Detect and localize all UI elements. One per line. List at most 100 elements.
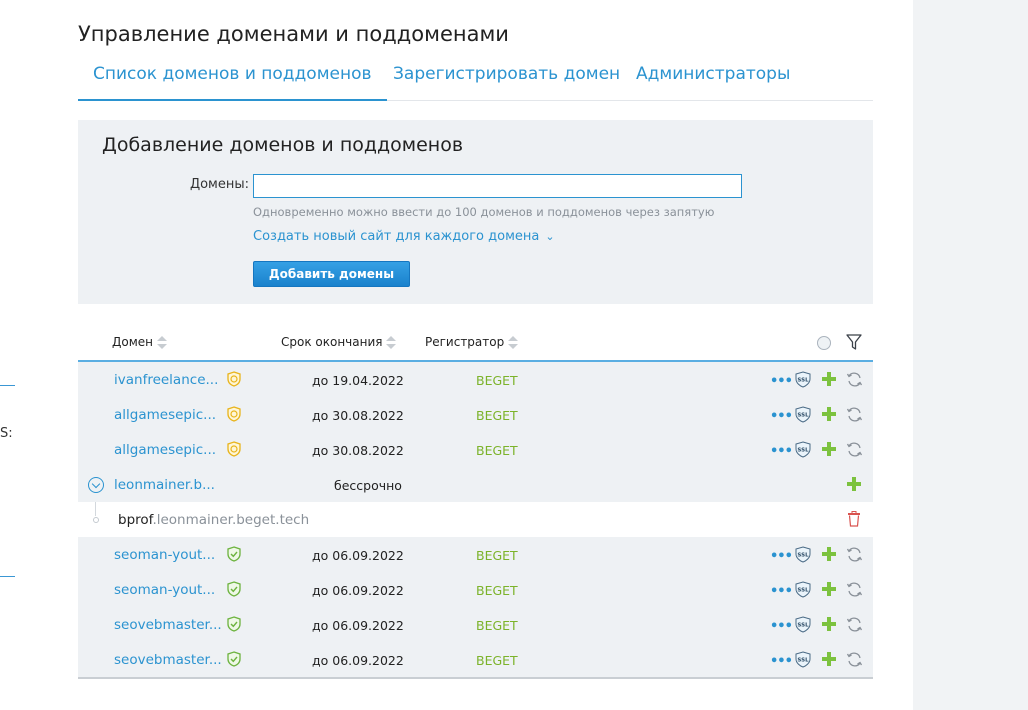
domains-label: Домены: bbox=[189, 177, 249, 192]
table-row: leonmainer.b... бессрочно bbox=[78, 467, 873, 502]
add-plus-icon[interactable] bbox=[846, 476, 862, 492]
registrar: BEGET bbox=[476, 443, 518, 458]
add-plus-icon[interactable] bbox=[821, 406, 837, 422]
col-registrar-label: Регистратор bbox=[425, 335, 505, 349]
ssl-shield-icon[interactable]: SSL bbox=[795, 581, 811, 598]
more-dots-icon[interactable]: ••• bbox=[770, 409, 793, 424]
registrar: BEGET bbox=[476, 548, 518, 563]
trash-icon[interactable] bbox=[847, 511, 861, 527]
domain-link[interactable]: allgamesepic... bbox=[114, 442, 216, 458]
sync-icon[interactable] bbox=[846, 616, 863, 633]
domain-link[interactable]: ivanfreelance... bbox=[114, 372, 218, 388]
subdomain-row: bprof.leonmainer.beget.tech bbox=[78, 502, 873, 537]
sort-icon bbox=[157, 335, 167, 350]
more-dots-icon[interactable]: ••• bbox=[770, 374, 793, 389]
table-row: seoman-yout... до 06.09.2022 BEGET ••• S… bbox=[78, 572, 873, 607]
check-shield-badge-icon bbox=[227, 546, 241, 562]
ssl-shield-icon[interactable]: SSL bbox=[795, 546, 811, 563]
add-plus-icon[interactable] bbox=[821, 546, 837, 562]
check-shield-badge-icon bbox=[227, 651, 241, 667]
tab-register-domain[interactable]: Зарегистрировать домен bbox=[393, 64, 620, 84]
add-plus-icon[interactable] bbox=[821, 441, 837, 457]
svg-text:SSL: SSL bbox=[797, 448, 809, 454]
sync-shield-badge-icon bbox=[227, 371, 241, 387]
page-title: Управление доменами и поддоменами bbox=[78, 22, 509, 47]
ssl-shield-icon[interactable]: SSL bbox=[795, 441, 811, 458]
tab-domain-list[interactable]: Список доменов и поддоменов bbox=[78, 64, 387, 101]
col-expiry-label: Срок окончания bbox=[281, 335, 383, 349]
domain-link[interactable]: seoman-yout... bbox=[114, 547, 215, 563]
domain-link[interactable]: leonmainer.b... bbox=[114, 477, 215, 493]
svg-text:SSL: SSL bbox=[797, 658, 809, 664]
table-bottom-border bbox=[78, 677, 873, 679]
ssl-shield-icon[interactable]: SSL bbox=[795, 406, 811, 423]
add-domains-button[interactable]: Добавить домены bbox=[253, 261, 410, 287]
col-domain-header[interactable]: Домен bbox=[112, 335, 167, 350]
check-shield-badge-icon bbox=[227, 581, 241, 597]
expiry-date: до 06.09.2022 bbox=[312, 583, 404, 598]
add-domains-panel: Добавление доменов и поддоменов Домены: … bbox=[78, 120, 873, 304]
expiry-date: до 30.08.2022 bbox=[312, 443, 404, 458]
add-domains-title: Добавление доменов и поддоменов bbox=[102, 134, 464, 156]
col-expiry-header[interactable]: Срок окончания bbox=[281, 335, 397, 350]
expiry-date: до 06.09.2022 bbox=[312, 548, 404, 563]
sort-icon bbox=[386, 335, 397, 350]
svg-text:SSL: SSL bbox=[797, 623, 809, 629]
table-row: allgamesepic... до 30.08.2022 BEGET ••• … bbox=[78, 432, 873, 467]
add-plus-icon[interactable] bbox=[821, 581, 837, 597]
registrar: BEGET bbox=[476, 408, 518, 423]
domains-hint: Одновременно можно ввести до 100 доменов… bbox=[253, 205, 715, 219]
chevron-down-icon: ⌄ bbox=[545, 230, 555, 243]
tab-administrators[interactable]: Администраторы bbox=[636, 64, 790, 84]
col-domain-label: Домен bbox=[112, 335, 153, 349]
ssl-shield-icon[interactable]: SSL bbox=[795, 371, 811, 388]
expiry-date: до 06.09.2022 bbox=[312, 653, 404, 668]
registrar: BEGET bbox=[476, 653, 518, 668]
col-registrar-header[interactable]: Регистратор bbox=[425, 335, 519, 350]
more-dots-icon[interactable]: ••• bbox=[770, 654, 793, 669]
filter-icon[interactable] bbox=[846, 334, 862, 350]
registrar: BEGET bbox=[476, 618, 518, 633]
more-dots-icon[interactable]: ••• bbox=[770, 444, 793, 459]
table-header: Домен Срок окончания Регистратор bbox=[78, 322, 873, 362]
collapse-toggle-icon[interactable] bbox=[88, 477, 104, 493]
expiry-date: до 19.04.2022 bbox=[312, 373, 404, 388]
more-dots-icon[interactable]: ••• bbox=[770, 619, 793, 634]
table-row: seovebmaster... до 06.09.2022 BEGET ••• … bbox=[78, 607, 873, 642]
svg-text:SSL: SSL bbox=[797, 553, 809, 559]
expiry-date: бессрочно bbox=[334, 478, 402, 493]
add-plus-icon[interactable] bbox=[821, 616, 837, 632]
domain-link[interactable]: seoman-yout... bbox=[114, 582, 215, 598]
create-site-toggle[interactable]: Создать новый сайт для каждого домена ⌄ bbox=[253, 229, 555, 244]
ssl-shield-icon[interactable]: SSL bbox=[795, 616, 811, 633]
subdomain-name: bprof.leonmainer.beget.tech bbox=[118, 512, 309, 528]
sync-shield-badge-icon bbox=[227, 441, 241, 457]
add-plus-icon[interactable] bbox=[821, 651, 837, 667]
subdomain-prefix: bprof bbox=[118, 512, 153, 528]
sync-shield-badge-icon bbox=[227, 406, 241, 422]
expiry-date: до 30.08.2022 bbox=[312, 408, 404, 423]
sync-icon[interactable] bbox=[846, 581, 863, 598]
domain-link[interactable]: allgamesepic... bbox=[114, 407, 216, 423]
sort-icon bbox=[508, 335, 519, 350]
sync-icon[interactable] bbox=[846, 441, 863, 458]
sync-icon[interactable] bbox=[846, 546, 863, 563]
tree-line bbox=[95, 502, 96, 516]
tree-node bbox=[93, 517, 99, 523]
add-plus-icon[interactable] bbox=[821, 371, 837, 387]
check-shield-badge-icon bbox=[227, 616, 241, 632]
left-sidebar-fragment: S: bbox=[0, 0, 20, 710]
expiry-date: до 06.09.2022 bbox=[312, 618, 404, 633]
globe-icon[interactable] bbox=[817, 336, 831, 350]
ssl-shield-icon[interactable]: SSL bbox=[795, 651, 811, 668]
sync-icon[interactable] bbox=[846, 651, 863, 668]
domain-link[interactable]: seovebmaster... bbox=[114, 652, 222, 668]
more-dots-icon[interactable]: ••• bbox=[770, 584, 793, 599]
sync-icon[interactable] bbox=[846, 406, 863, 423]
more-dots-icon[interactable]: ••• bbox=[770, 549, 793, 564]
table-row: allgamesepic... до 30.08.2022 BEGET ••• … bbox=[78, 397, 873, 432]
table-row: ivanfreelance... до 19.04.2022 BEGET •••… bbox=[78, 362, 873, 397]
domain-link[interactable]: seovebmaster... bbox=[114, 617, 222, 633]
domains-input[interactable] bbox=[253, 174, 742, 198]
sync-icon[interactable] bbox=[846, 371, 863, 388]
